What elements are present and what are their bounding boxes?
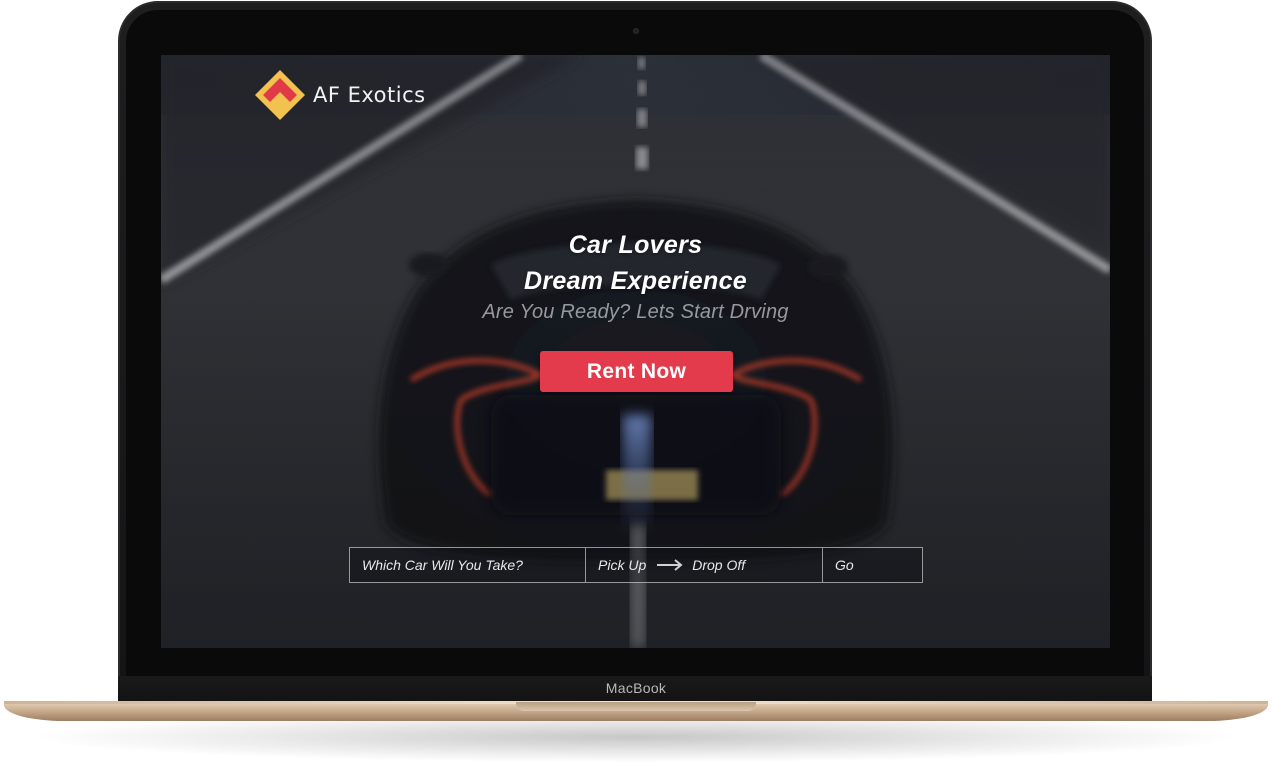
booking-search-bar: Which Car Will You Take? Pick Up Drop Of… — [349, 547, 923, 583]
date-range-field[interactable]: Pick Up Drop Off — [586, 548, 823, 582]
site-logo[interactable]: AF Exotics — [253, 68, 426, 122]
website-screen: AF Exotics Car Lovers Dream Experience A… — [161, 55, 1110, 648]
dropoff-label: Drop Off — [692, 557, 746, 573]
car-select-placeholder: Which Car Will You Take? — [362, 557, 523, 573]
headline-line-2: Dream Experience — [524, 267, 747, 295]
car-select-field[interactable]: Which Car Will You Take? — [350, 548, 586, 582]
rent-now-button[interactable]: Rent Now — [540, 351, 733, 392]
arrow-right-icon — [657, 559, 683, 571]
go-label: Go — [835, 557, 854, 573]
pickup-label: Pick Up — [598, 557, 647, 573]
headline-line-1: Car Lovers — [568, 231, 703, 259]
device-label: MacBook — [605, 680, 667, 696]
diamond-logo-icon — [255, 70, 305, 120]
laptop-notch — [516, 702, 756, 711]
go-button[interactable]: Go — [823, 548, 922, 582]
hero-tagline: Are You Ready? Lets Start Drving — [482, 301, 789, 323]
hero-headline: Car Lovers Dream Experience — [161, 227, 1110, 299]
brand-name: AF Exotics — [313, 83, 426, 107]
camera-icon — [633, 28, 639, 34]
